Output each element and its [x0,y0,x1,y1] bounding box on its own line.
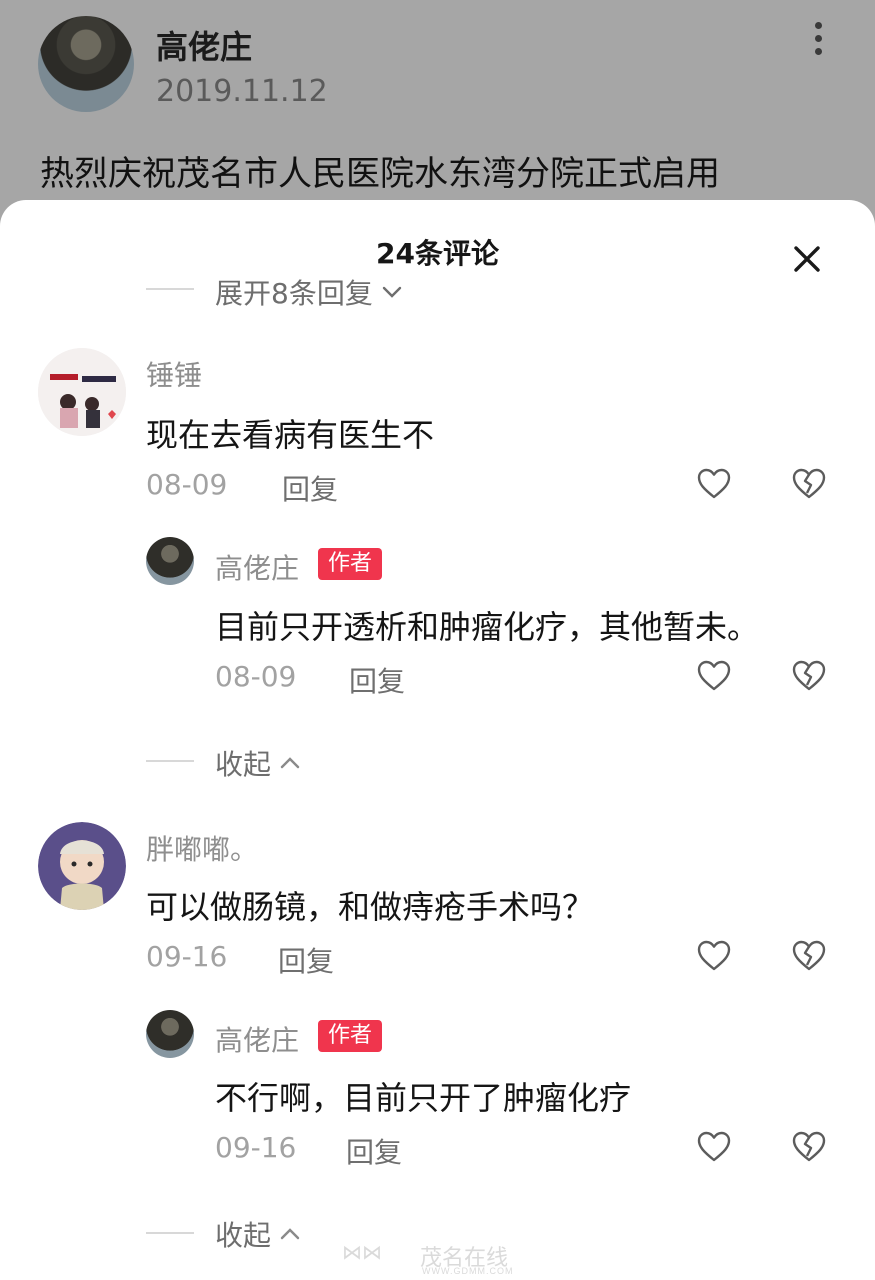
reply-button[interactable]: 回复 [282,468,338,508]
comments-count-title: 24条评论 [376,237,499,270]
like-heart-icon[interactable] [696,938,732,974]
comments-sheet: 24条评论 展开8条回复 锤锤 现在去看病有医生不 08-09 回复 高佬庄 作… [0,200,875,1280]
comment-date: 09-16 [146,940,228,973]
like-heart-icon[interactable] [696,466,732,502]
more-options-icon[interactable] [806,22,830,62]
comment-text[interactable]: 现在去看病有医生不 [146,410,434,456]
chevron-up-icon [280,1228,300,1240]
post-author-name[interactable]: 高佬庄 [156,22,252,68]
post-author-avatar[interactable] [38,16,134,112]
watermark-url: WWW.GDMM.COM [422,1266,514,1276]
close-icon[interactable] [790,242,824,276]
collapse-replies-button[interactable]: 收起 [215,743,301,783]
collapse-replies-button[interactable]: 收起 [215,1214,301,1254]
dislike-broken-heart-icon[interactable] [791,938,827,974]
reply-author-name[interactable]: 高佬庄 [215,547,299,587]
divider [146,288,194,290]
dislike-broken-heart-icon[interactable] [791,466,827,502]
author-badge: 作者 [318,548,383,580]
commenter-avatar[interactable] [38,348,126,436]
post-text: 热烈庆祝茂名市人民医院水东湾分院正式启用 [40,154,720,194]
reply-button[interactable]: 回复 [346,1131,402,1171]
dislike-broken-heart-icon[interactable] [791,658,827,694]
divider [146,1232,194,1234]
post-date: 2019.11.12 [156,74,328,109]
reply-button[interactable]: 回复 [349,660,405,700]
author-badge: 作者 [318,1020,383,1052]
author-avatar[interactable] [146,1010,194,1058]
reply-author-name[interactable]: 高佬庄 [215,1019,299,1059]
post-header: 高佬庄 2019.11.12 热烈庆祝茂名市人民医院水东湾分院正式启用 [0,0,875,230]
like-heart-icon[interactable] [696,658,732,694]
collapse-replies-label: 收起 [215,1219,272,1252]
divider [146,760,194,762]
reply-date: 09-16 [215,1131,297,1164]
author-avatar[interactable] [146,537,194,585]
commenter-name[interactable]: 胖嘟嘟。 [146,828,258,868]
chevron-up-icon [280,757,300,769]
watermark-logo: ⋈⋈ 茂名在线 WWW.GDMM.COM [342,1242,514,1276]
reply-date: 08-09 [215,660,297,693]
reply-text[interactable]: 目前只开透析和肿瘤化疗，其他暂未。 [215,602,759,648]
collapse-replies-label: 收起 [215,748,272,781]
commenter-name[interactable]: 锤锤 [146,354,202,394]
reply-text[interactable]: 不行啊，目前只开了肿瘤化疗 [215,1073,631,1119]
dislike-broken-heart-icon[interactable] [791,1129,827,1165]
commenter-avatar[interactable] [38,822,126,910]
chevron-down-icon [382,286,402,298]
like-heart-icon[interactable] [696,1129,732,1165]
reply-button[interactable]: 回复 [278,940,334,980]
expand-replies-button[interactable]: 展开8条回复 [215,272,403,312]
expand-replies-label: 展开8条回复 [215,277,373,310]
comment-date: 08-09 [146,468,228,501]
comment-text[interactable]: 可以做肠镜，和做痔疮手术吗？ [146,882,594,928]
